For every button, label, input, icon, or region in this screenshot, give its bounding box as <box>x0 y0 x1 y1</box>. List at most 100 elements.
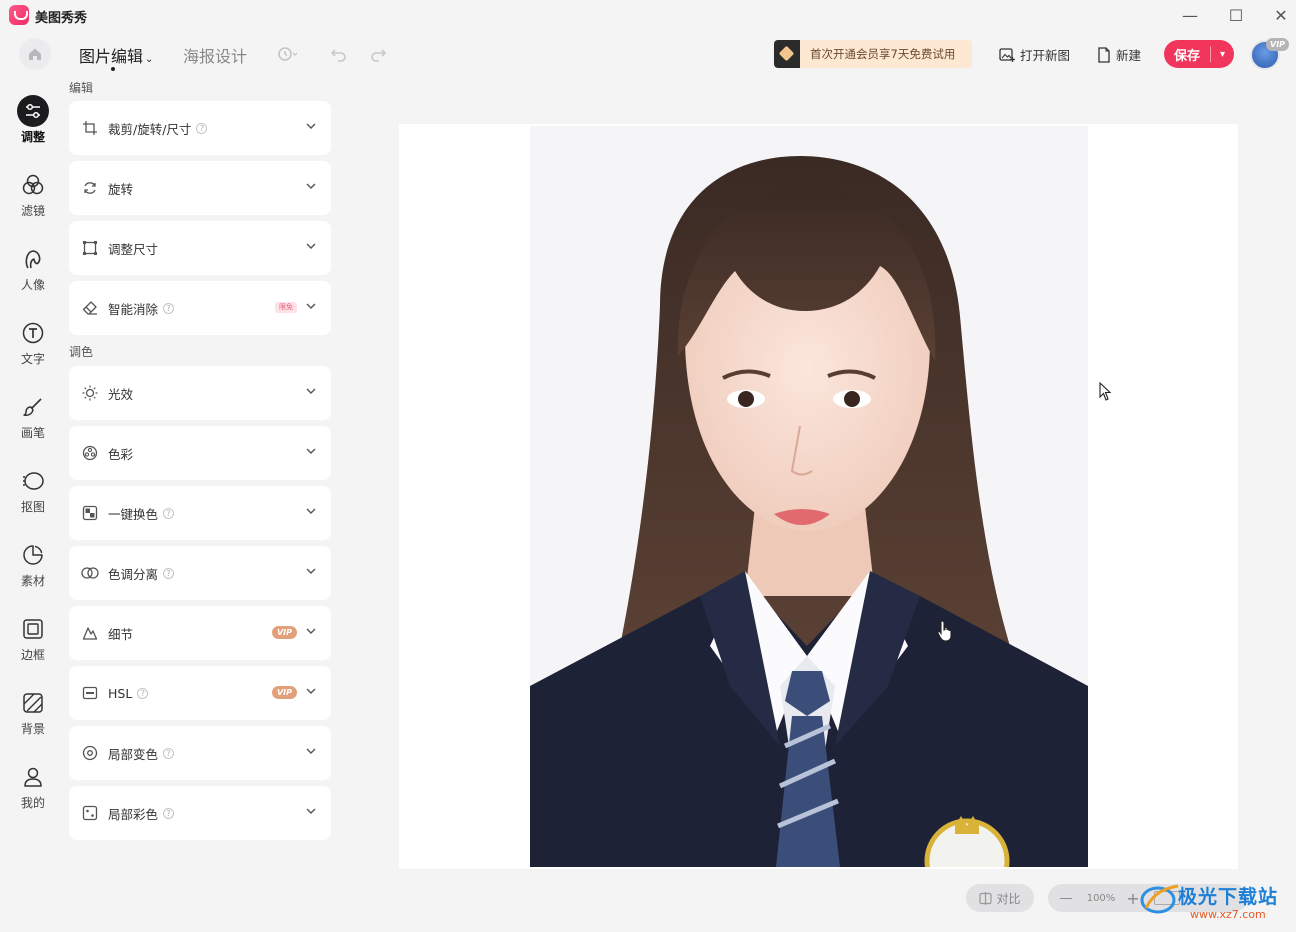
panel-item-detail[interactable]: 细节 VIP <box>69 606 331 660</box>
background-icon <box>17 687 49 719</box>
save-dropdown-chevron-icon[interactable]: ▾ <box>1211 49 1234 60</box>
rail-label-filter: 滤镜 <box>20 204 45 218</box>
chevron-down-icon <box>306 303 316 309</box>
rail-label-frame: 边框 <box>20 648 45 662</box>
rail-item-background[interactable]: 背景 <box>11 687 55 737</box>
panel-item-label: 旋转 <box>108 181 134 197</box>
undo-icon[interactable] <box>328 44 350 64</box>
rail-label-text: 文字 <box>20 352 45 366</box>
vip-badge: VIP <box>271 686 297 699</box>
promo-text: 首次开通会员享7天免费试用 <box>810 47 956 61</box>
rail-item-brush[interactable]: 画笔 <box>11 391 55 441</box>
panel-item-label: 细节 <box>108 626 134 642</box>
zoom-level: 100% <box>1086 892 1116 904</box>
rail-item-portrait[interactable]: 人像 <box>11 243 55 293</box>
title-bar: 美图秀秀 — ☐ ✕ <box>0 0 1296 32</box>
rail-item-sticker[interactable]: 素材 <box>11 539 55 589</box>
resize-icon <box>81 239 99 257</box>
rotate-icon <box>81 179 99 197</box>
vip-badge: VIP <box>271 626 297 639</box>
panel-item-local-colorful[interactable]: 局部彩色 ? <box>69 786 331 840</box>
new-label: 新建 <box>1116 48 1142 63</box>
rail-label-cutout: 抠图 <box>20 500 45 514</box>
hand-cursor-icon <box>937 620 952 642</box>
panel-item-rotate[interactable]: 旋转 <box>69 161 331 215</box>
image-canvas[interactable] <box>399 124 1238 869</box>
vip-promo-banner[interactable]: 首次开通会员享7天免费试用 <box>774 40 972 68</box>
color-icon <box>81 444 99 462</box>
chevron-down-icon <box>306 628 316 634</box>
rail-label-sticker: 素材 <box>20 574 45 588</box>
open-image-icon <box>999 47 1015 62</box>
light-icon <box>81 384 99 402</box>
detail-icon <box>81 624 99 642</box>
panel-item-label: HSL <box>108 685 133 701</box>
app-title: 美图秀秀 <box>35 11 88 26</box>
close-button[interactable]: ✕ <box>1266 4 1296 28</box>
tab-image-edit[interactable]: 图片编辑 ⌄ <box>79 43 153 71</box>
local-colorful-icon <box>81 804 99 822</box>
minimize-button[interactable]: — <box>1175 4 1205 28</box>
help-icon[interactable]: ? <box>163 567 175 579</box>
panel-item-tone-split[interactable]: 色调分离 ? <box>69 546 331 600</box>
rail-item-adjust[interactable]: 调整 <box>11 95 55 145</box>
rail-label-mine: 我的 <box>20 796 45 810</box>
panel-item-crop[interactable]: 裁剪/旋转/尺寸 ? <box>69 101 331 155</box>
section-title-color: 调色 <box>69 345 94 359</box>
maximize-button[interactable]: ☐ <box>1221 4 1251 28</box>
chevron-down-icon <box>306 568 316 574</box>
portrait-icon <box>17 243 49 275</box>
panel-item-label: 局部彩色 <box>108 806 159 822</box>
local-color-icon <box>81 744 99 762</box>
rail-item-mine[interactable]: 我的 <box>11 761 55 811</box>
save-button[interactable]: 保存 ▾ <box>1164 40 1234 68</box>
tab-poster-design[interactable]: 海报设计 <box>183 43 247 67</box>
new-button[interactable]: 新建 <box>1096 45 1141 64</box>
cutout-icon <box>17 465 49 497</box>
help-icon[interactable]: ? <box>163 747 175 759</box>
chevron-down-icon <box>306 123 316 129</box>
help-icon[interactable]: ? <box>163 807 175 819</box>
crop-icon <box>81 119 99 137</box>
user-icon <box>17 761 49 793</box>
tone-split-icon <box>81 564 99 582</box>
eraser-icon <box>81 299 99 317</box>
panel-item-label: 光效 <box>108 386 134 402</box>
panel-item-resize[interactable]: 调整尺寸 <box>69 221 331 275</box>
panel-item-local-recolor[interactable]: 局部变色 ? <box>69 726 331 780</box>
compare-button[interactable]: 对比 <box>966 884 1034 912</box>
chevron-down-icon <box>306 508 316 514</box>
open-image-button[interactable]: 打开新图 <box>998 45 1070 64</box>
panel-item-light[interactable]: 光效 <box>69 366 331 420</box>
redo-icon[interactable] <box>367 44 389 64</box>
panel-item-label: 色调分离 <box>108 566 159 582</box>
help-icon[interactable]: ? <box>196 122 208 134</box>
rail-item-filter[interactable]: 滤镜 <box>11 169 55 219</box>
panel-item-hsl[interactable]: HSL ? VIP <box>69 666 331 720</box>
panel-item-color[interactable]: 色彩 <box>69 426 331 480</box>
compare-icon <box>979 891 993 905</box>
help-icon[interactable]: ? <box>163 507 175 519</box>
text-icon <box>17 317 49 349</box>
home-button[interactable] <box>19 38 51 70</box>
section-title-edit: 编辑 <box>69 81 94 95</box>
chevron-down-icon <box>306 808 316 814</box>
rail-item-text[interactable]: 文字 <box>11 317 55 367</box>
rail-item-frame[interactable]: 边框 <box>11 613 55 663</box>
portrait-photo <box>530 126 1088 867</box>
open-image-label: 打开新图 <box>1020 48 1071 63</box>
frame-icon <box>17 613 49 645</box>
panel-item-smart-erase[interactable]: 智能消除 ? 限免 <box>69 281 331 335</box>
chevron-down-icon <box>306 243 316 249</box>
help-icon[interactable]: ? <box>163 302 175 314</box>
zoom-out-button[interactable]: — <box>1048 891 1084 906</box>
panel-item-one-click-recolor[interactable]: 一键换色 ? <box>69 486 331 540</box>
rail-label-portrait: 人像 <box>20 278 45 292</box>
filter-icon <box>17 169 49 201</box>
help-icon[interactable]: ? <box>137 687 149 699</box>
panel-item-label: 裁剪/旋转/尺寸 <box>108 121 192 137</box>
panel-item-label: 智能消除 <box>108 301 159 317</box>
rail-item-cutout[interactable]: 抠图 <box>11 465 55 515</box>
history-icon[interactable] <box>276 44 298 64</box>
hsl-icon <box>81 684 99 702</box>
